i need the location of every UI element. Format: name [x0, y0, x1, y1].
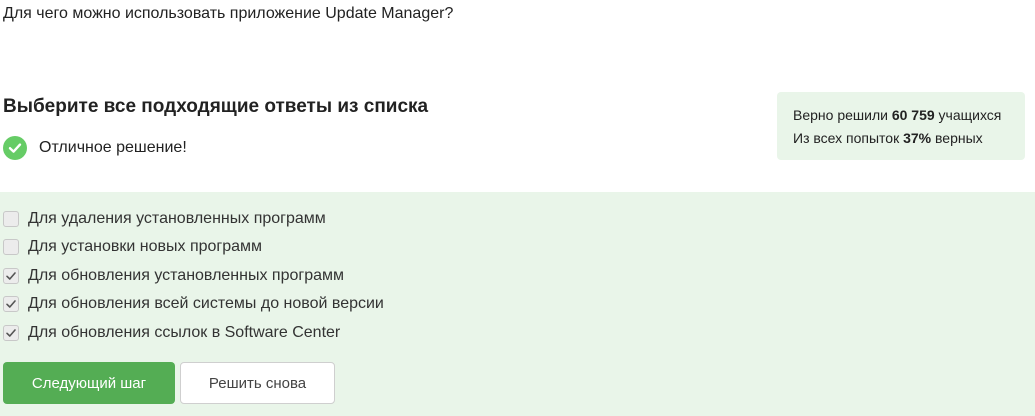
next-step-button[interactable]: Следующий шаг	[3, 362, 175, 404]
stats-attempts-prefix: Из всех попыток	[793, 130, 904, 146]
answer-option[interactable]: Для установки новых программ	[3, 236, 262, 258]
checkmark-icon	[6, 272, 16, 280]
result-status: Отличное решение!	[3, 135, 187, 161]
answer-label: Для обновления всей системы до новой вер…	[28, 295, 384, 312]
stats-solved-suffix: учащихся	[934, 107, 1002, 123]
stats-attempts-suffix: верных	[931, 130, 983, 146]
retry-button[interactable]: Решить снова	[180, 362, 335, 404]
stats-solved-prefix: Верно решили	[793, 107, 892, 123]
stats-solved-line: Верно решили 60 759 учащихся	[793, 104, 1009, 127]
stats-attempts-percent: 37%	[903, 130, 932, 146]
answer-label: Для установки новых программ	[28, 238, 263, 255]
stats-solved-count: 60 759	[891, 107, 935, 123]
check-circle-icon	[3, 136, 27, 160]
stats-panel: Верно решили 60 759 учащихся Из всех поп…	[777, 92, 1025, 160]
result-text: Отличное решение!	[39, 139, 187, 156]
answer-label: Для обновления установленных программ	[28, 267, 345, 284]
checkmark-icon	[6, 300, 16, 308]
answer-option[interactable]: Для обновления всей системы до новой вер…	[3, 293, 384, 315]
answer-checkbox[interactable]	[3, 325, 19, 341]
answer-checkbox[interactable]	[3, 296, 19, 312]
answer-checkbox[interactable]	[3, 268, 19, 284]
answer-checkbox[interactable]	[3, 211, 19, 227]
answer-option[interactable]: Для обновления установленных программ	[3, 265, 344, 287]
answer-checkbox[interactable]	[3, 239, 19, 255]
answer-option[interactable]: Для удаления установленных программ	[3, 208, 326, 230]
answer-label: Для обновления ссылок в Software Center	[28, 324, 341, 341]
question-text: Для чего можно использовать приложение U…	[3, 5, 454, 22]
answer-option[interactable]: Для обновления ссылок в Software Center	[3, 322, 340, 344]
instruction-heading: Выберите все подходящие ответы из списка	[3, 96, 429, 117]
answer-label: Для удаления установленных программ	[28, 210, 326, 227]
checkmark-icon	[6, 329, 16, 337]
stats-attempts-line: Из всех попыток 37% верных	[793, 127, 1009, 150]
answers-panel: Для удаления установленных программ Для …	[0, 192, 1035, 416]
